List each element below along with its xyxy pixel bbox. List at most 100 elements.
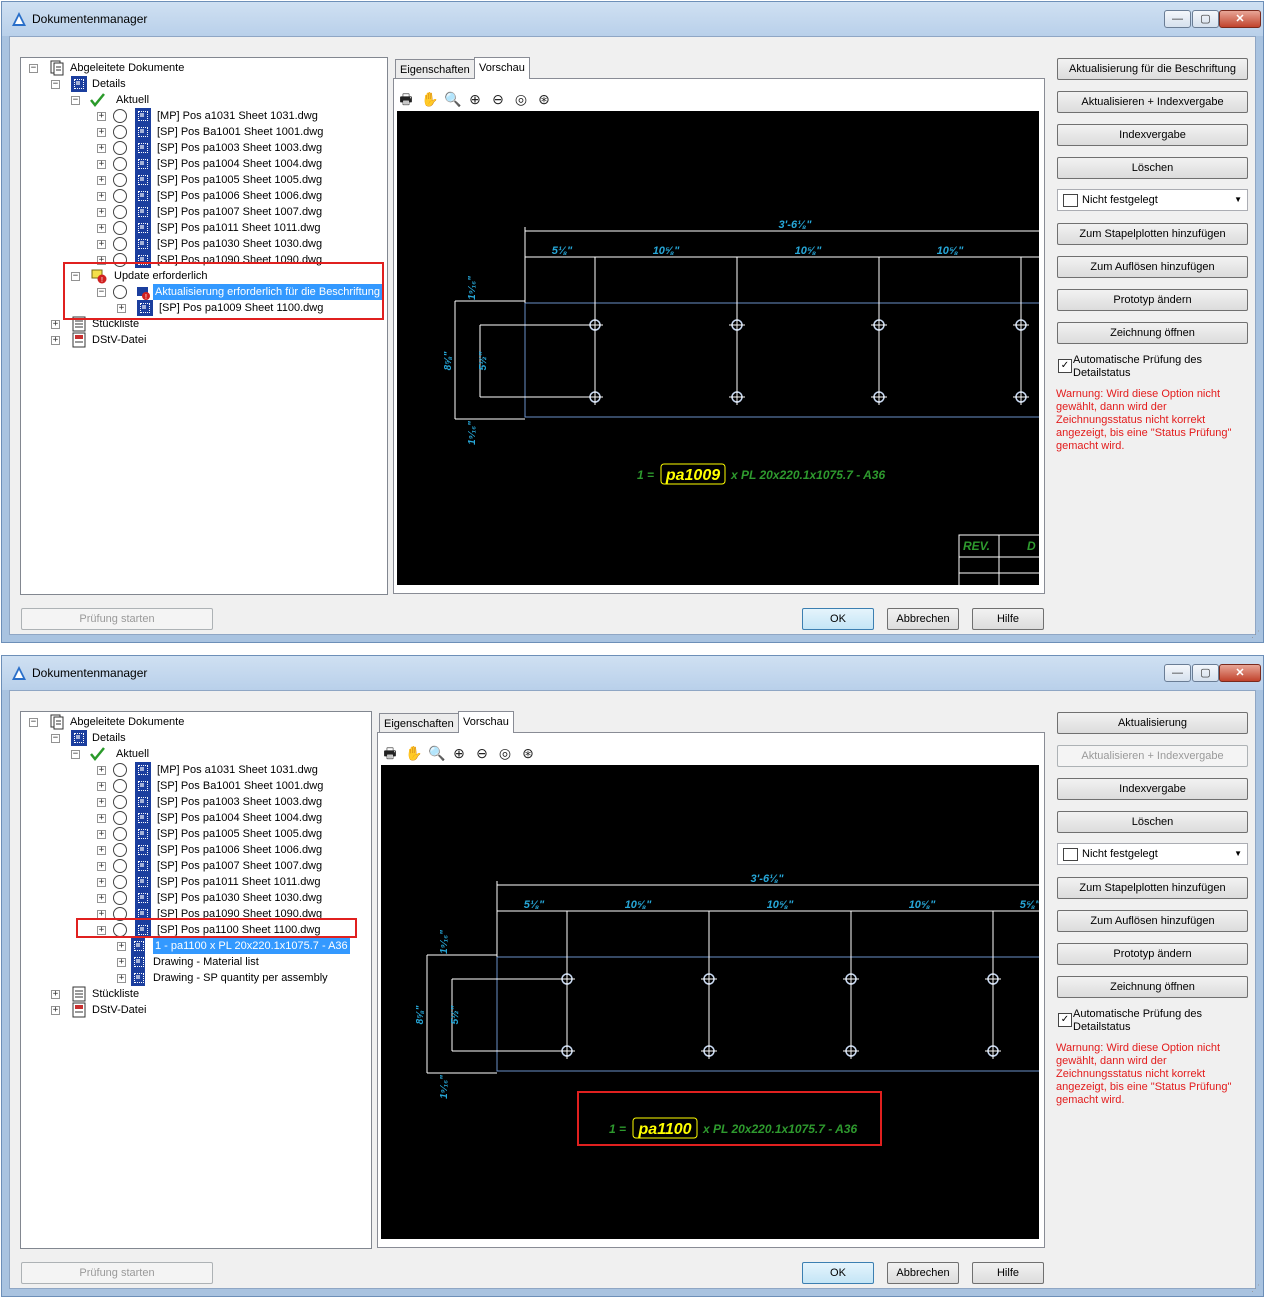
highlight-box-sheet <box>76 918 357 938</box>
document-tree[interactable]: − Abgeleitete Dokumente − Details − Aktu… <box>20 711 372 1249</box>
drawing-preview-canvas[interactable]: 3'-6⅛" 5⅛" 10⅝" 10⅝" 10⅝" 8⅝" 5½" 1⁹⁄₁₆" 1⁹⁄₁₆" 1… <box>397 111 1039 585</box>
expand-icon[interactable]: + <box>97 862 106 871</box>
collapse-icon[interactable]: − <box>71 96 80 105</box>
expand-icon[interactable]: + <box>97 878 106 887</box>
expand-icon[interactable]: + <box>97 144 106 153</box>
maximize-button[interactable]: ▢ <box>1192 10 1219 28</box>
start-check-button[interactable]: Prüfung starten <box>21 1262 213 1284</box>
delete-button[interactable]: Löschen <box>1057 811 1248 833</box>
warning-text: Warnung: Wird diese Option nicht gewählt… <box>1056 388 1232 452</box>
minimize-button[interactable]: — <box>1164 10 1191 28</box>
status-dropdown[interactable]: Nicht festgelegt ▼ <box>1057 843 1248 865</box>
update-index-button[interactable]: Aktualisieren + Indexvergabe <box>1057 745 1248 767</box>
expand-icon[interactable]: + <box>97 814 106 823</box>
expand-icon[interactable]: + <box>97 894 106 903</box>
zoom-window-icon[interactable]: ◎ <box>513 91 529 107</box>
tree-sheet-label: [MP] Pos a1031 Sheet 1031.dwg <box>157 110 318 122</box>
update-annotation-button[interactable]: Aktualisierung für die Beschriftung <box>1057 58 1248 80</box>
collapse-icon[interactable]: − <box>51 80 60 89</box>
expand-icon[interactable]: + <box>97 846 106 855</box>
ok-button[interactable]: OK <box>802 608 874 630</box>
expand-icon[interactable]: + <box>97 224 106 233</box>
pan-icon[interactable]: ✋ <box>421 91 438 107</box>
drawing-sheet-icon <box>135 778 151 794</box>
pan-icon[interactable]: ✋ <box>405 745 422 761</box>
tab-preview[interactable]: Vorschau <box>458 711 514 733</box>
delete-button[interactable]: Löschen <box>1057 157 1248 179</box>
document-tree[interactable]: − Abgeleitete Dokumente − Details − Aktu… <box>20 57 388 595</box>
help-button[interactable]: Hilfe <box>972 1262 1044 1284</box>
expand-icon[interactable]: + <box>97 782 106 791</box>
expand-icon[interactable]: + <box>97 192 106 201</box>
expand-icon[interactable]: + <box>97 830 106 839</box>
cancel-button[interactable]: Abbrechen <box>887 608 959 630</box>
expand-icon[interactable]: + <box>51 1006 60 1015</box>
zoom-window-icon[interactable]: ◎ <box>497 745 513 761</box>
index-button[interactable]: Indexvergabe <box>1057 124 1248 146</box>
change-prototype-button[interactable]: Prototyp ändern <box>1057 289 1248 311</box>
dstv-file-icon <box>71 332 87 348</box>
auto-check-checkbox[interactable]: ✓ <box>1058 359 1072 373</box>
maximize-button[interactable]: ▢ <box>1192 664 1219 682</box>
zoom-realtime-icon[interactable]: 🔍 <box>444 91 461 107</box>
expand-icon[interactable]: + <box>117 942 126 951</box>
expand-icon[interactable]: + <box>97 176 106 185</box>
collapse-icon[interactable]: − <box>51 734 60 743</box>
drawing-preview-canvas[interactable]: 3'-6⅛" 5⅛" 10⅝" 10⅝" 10⅝" 5⅝" 8⅝" 5½" 1⁹⁄₁₆" 1⁹⁄₁… <box>381 765 1039 1239</box>
expand-icon[interactable]: + <box>97 766 106 775</box>
zoom-realtime-icon[interactable]: 🔍 <box>428 745 445 761</box>
tab-properties[interactable]: Eigenschaften <box>395 59 475 79</box>
start-check-button[interactable]: Prüfung starten <box>21 608 213 630</box>
status-circle-icon <box>113 109 127 123</box>
print-icon[interactable]: 🖶 <box>398 91 414 107</box>
preview-toolbar: 🖶 ✋ 🔍 ⊕ ⊖ ◎ ⊛ <box>382 745 582 763</box>
auto-check-checkbox[interactable]: ✓ <box>1058 1013 1072 1027</box>
title-bar[interactable]: Dokumentenmanager — ▢ ✕ <box>2 2 1263 36</box>
expand-icon[interactable]: + <box>51 320 60 329</box>
resolve-button[interactable]: Zum Auflösen hinzufügen <box>1057 256 1248 278</box>
update-index-button[interactable]: Aktualisieren + Indexvergabe <box>1057 91 1248 113</box>
collapse-icon[interactable]: − <box>29 64 38 73</box>
expand-icon[interactable]: + <box>97 208 106 217</box>
expand-icon[interactable]: + <box>117 974 126 983</box>
close-button[interactable]: ✕ <box>1219 10 1261 28</box>
zoom-in-icon[interactable]: ⊕ <box>451 745 467 761</box>
open-drawing-button[interactable]: Zeichnung öffnen <box>1057 322 1248 344</box>
expand-icon[interactable]: + <box>97 128 106 137</box>
batch-plot-button[interactable]: Zum Stapelplotten hinzufügen <box>1057 877 1248 899</box>
resize-grip-icon[interactable]: ⋰ <box>1251 629 1260 640</box>
expand-icon[interactable]: + <box>51 990 60 999</box>
expand-icon[interactable]: + <box>51 336 60 345</box>
ok-button[interactable]: OK <box>802 1262 874 1284</box>
expand-icon[interactable]: + <box>97 112 106 121</box>
tab-properties[interactable]: Eigenschaften <box>379 713 459 733</box>
print-icon[interactable]: 🖶 <box>382 745 398 761</box>
zoom-extents-icon[interactable]: ⊛ <box>520 745 536 761</box>
resolve-button[interactable]: Zum Auflösen hinzufügen <box>1057 910 1248 932</box>
tab-preview[interactable]: Vorschau <box>474 57 530 79</box>
expand-icon[interactable]: + <box>117 958 126 967</box>
zoom-in-icon[interactable]: ⊕ <box>467 91 483 107</box>
zoom-out-icon[interactable]: ⊖ <box>490 91 506 107</box>
zoom-out-icon[interactable]: ⊖ <box>474 745 490 761</box>
zoom-extents-icon[interactable]: ⊛ <box>536 91 552 107</box>
update-button[interactable]: Aktualisierung <box>1057 712 1248 734</box>
tree-current-label: Aktuell <box>116 748 150 760</box>
expand-icon[interactable]: + <box>97 240 106 249</box>
expand-icon[interactable]: + <box>97 798 106 807</box>
minimize-button[interactable]: — <box>1164 664 1191 682</box>
cancel-button[interactable]: Abbrechen <box>887 1262 959 1284</box>
collapse-icon[interactable]: − <box>29 718 38 727</box>
help-button[interactable]: Hilfe <box>972 608 1044 630</box>
change-prototype-button[interactable]: Prototyp ändern <box>1057 943 1248 965</box>
expand-icon[interactable]: + <box>97 160 106 169</box>
title-bar[interactable]: Dokumentenmanager — ▢ ✕ <box>2 656 1263 690</box>
status-dropdown[interactable]: Nicht festgelegt ▼ <box>1057 189 1248 211</box>
tree-child-label: Drawing - SP quantity per assembly <box>153 972 328 984</box>
batch-plot-button[interactable]: Zum Stapelplotten hinzufügen <box>1057 223 1248 245</box>
open-drawing-button[interactable]: Zeichnung öffnen <box>1057 976 1248 998</box>
close-button[interactable]: ✕ <box>1219 664 1261 682</box>
index-button[interactable]: Indexvergabe <box>1057 778 1248 800</box>
collapse-icon[interactable]: − <box>71 750 80 759</box>
resize-grip-icon[interactable]: ⋰ <box>1251 1283 1260 1294</box>
